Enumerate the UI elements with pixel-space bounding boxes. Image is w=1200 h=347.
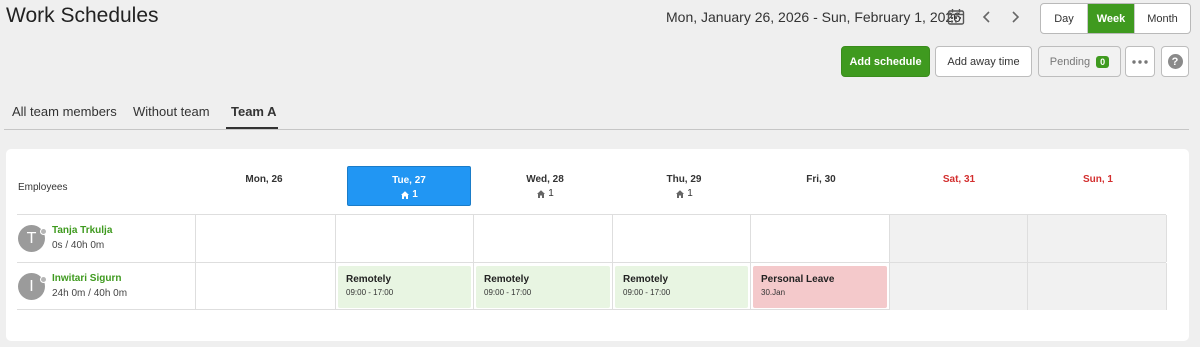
shift-title: Remotely <box>484 274 530 285</box>
employee-hours: 24h 0m / 40h 0m <box>52 288 128 299</box>
employee-name[interactable]: Tanja Trkulja <box>52 225 112 236</box>
shift-block[interactable]: Remotely 09:00 - 17:00 <box>338 266 471 308</box>
schedule-cell[interactable] <box>474 215 613 262</box>
grid-header: Employees Mon, 26 Tue, 27 1 Wed, 28 1 Thu, 29… <box>17 166 1166 214</box>
view-week-button[interactable]: Week <box>1088 4 1135 33</box>
schedule-cell[interactable] <box>336 215 474 262</box>
team-tabs: All team members Without team Team A <box>4 98 1189 130</box>
day-header-label: Sun, 1 <box>1082 174 1113 185</box>
home-icon <box>537 189 546 198</box>
view-month-button[interactable]: Month <box>1135 4 1190 33</box>
shift-time: 30.Jan <box>761 288 786 297</box>
day-header-label: Thu, 29 <box>666 174 702 185</box>
remote-count: 1 <box>480 188 610 199</box>
schedule-cell[interactable] <box>890 263 1028 310</box>
shift-title: Remotely <box>346 274 392 285</box>
tab-all-team-members[interactable]: All team members <box>12 104 117 119</box>
day-header: Tue, 27 1 <box>347 166 471 206</box>
calendar-icon[interactable] <box>946 7 966 27</box>
date-range: Mon, January 26, 2026 - Sun, February 1,… <box>666 9 961 25</box>
employee-cell: I Inwitari Sigurn 24h 0m / 40h 0m <box>17 263 196 310</box>
more-options-button[interactable] <box>1125 46 1155 77</box>
add-away-time-button[interactable]: Add away time <box>935 46 1032 77</box>
presence-dot <box>40 228 47 235</box>
schedule-cell[interactable] <box>1028 215 1167 262</box>
tab-team-a[interactable]: Team A <box>231 104 277 119</box>
schedule-cell[interactable] <box>197 215 336 262</box>
day-header: Thu, 29 1 <box>618 166 750 206</box>
schedule-cell[interactable] <box>197 263 336 310</box>
day-header-label: Sat, 31 <box>942 174 976 185</box>
view-day-button[interactable]: Day <box>1041 4 1088 33</box>
day-header-label: Fri, 30 <box>806 174 836 185</box>
schedule-cell[interactable]: Remotely 09:00 - 17:00 <box>336 263 474 310</box>
remote-count: 1 <box>348 189 470 200</box>
day-header: Sat, 31 <box>895 166 1023 206</box>
shift-time: 09:00 - 17:00 <box>346 288 394 297</box>
schedule-cell[interactable] <box>613 215 751 262</box>
page-title: Work Schedules <box>6 4 159 27</box>
chevron-left-icon[interactable] <box>978 8 996 26</box>
shift-title: Personal Leave <box>761 274 835 285</box>
employee-hours: 0s / 40h 0m <box>52 240 105 251</box>
shift-time: 09:00 - 17:00 <box>623 288 671 297</box>
avatar-initial: I <box>29 277 34 295</box>
schedule-panel: Employees Mon, 26 Tue, 27 1 Wed, 28 1 Thu, 29… <box>6 149 1189 341</box>
chevron-right-icon[interactable] <box>1006 8 1024 26</box>
employee-cell: T Tanja Trkulja 0s / 40h 0m <box>17 215 196 262</box>
day-header-label: Wed, 28 <box>526 174 564 185</box>
remote-count-value: 1 <box>548 188 554 199</box>
employees-column-header: Employees <box>18 182 68 193</box>
day-header: Fri, 30 <box>757 166 885 206</box>
day-header-label: Tue, 27 <box>392 175 426 186</box>
help-icon: ? <box>1167 54 1183 69</box>
day-header: Wed, 28 1 <box>480 166 610 206</box>
pending-button[interactable]: Pending 0 <box>1038 46 1121 77</box>
avatar-initial: T <box>26 229 37 247</box>
leave-block[interactable]: Personal Leave 30.Jan <box>753 266 887 308</box>
schedule-cell[interactable] <box>890 215 1028 262</box>
schedule-cell[interactable]: Remotely 09:00 - 17:00 <box>613 263 751 310</box>
more-icon <box>1132 59 1148 64</box>
day-header: Sun, 1 <box>1034 166 1162 206</box>
home-icon <box>676 189 685 198</box>
shift-time: 09:00 - 17:00 <box>484 288 532 297</box>
remote-count-value: 1 <box>412 189 418 200</box>
remote-count: 1 <box>618 188 750 199</box>
shift-block[interactable]: Remotely 09:00 - 17:00 <box>476 266 610 308</box>
active-tab-indicator <box>226 127 278 129</box>
pending-count-badge: 0 <box>1096 55 1110 68</box>
shift-title: Remotely <box>623 274 669 285</box>
schedule-cell[interactable] <box>751 215 890 262</box>
home-icon <box>401 190 410 199</box>
help-button[interactable]: ? <box>1161 46 1189 77</box>
remote-count-value: 1 <box>687 188 693 199</box>
pending-label: Pending <box>1049 55 1091 68</box>
presence-dot <box>40 276 47 283</box>
day-header-label: Mon, 26 <box>245 174 283 185</box>
schedule-grid: Employees Mon, 26 Tue, 27 1 Wed, 28 1 Thu, 29… <box>17 166 1167 310</box>
add-schedule-button[interactable]: Add schedule <box>841 46 930 77</box>
view-toggle: Day Week Month <box>1040 3 1191 34</box>
employee-name[interactable]: Inwitari Sigurn <box>52 273 121 284</box>
employee-row: T Tanja Trkulja 0s / 40h 0m <box>17 214 1167 262</box>
schedule-cell[interactable]: Personal Leave 30.Jan <box>751 263 890 310</box>
schedule-cell[interactable]: Remotely 09:00 - 17:00 <box>474 263 613 310</box>
employee-row: I Inwitari Sigurn 24h 0m / 40h 0m Remotely 0… <box>17 262 1167 310</box>
tab-without-team[interactable]: Without team <box>133 104 210 119</box>
shift-block[interactable]: Remotely 09:00 - 17:00 <box>615 266 748 308</box>
schedule-cell[interactable] <box>1028 263 1167 310</box>
day-header: Mon, 26 <box>200 166 328 206</box>
